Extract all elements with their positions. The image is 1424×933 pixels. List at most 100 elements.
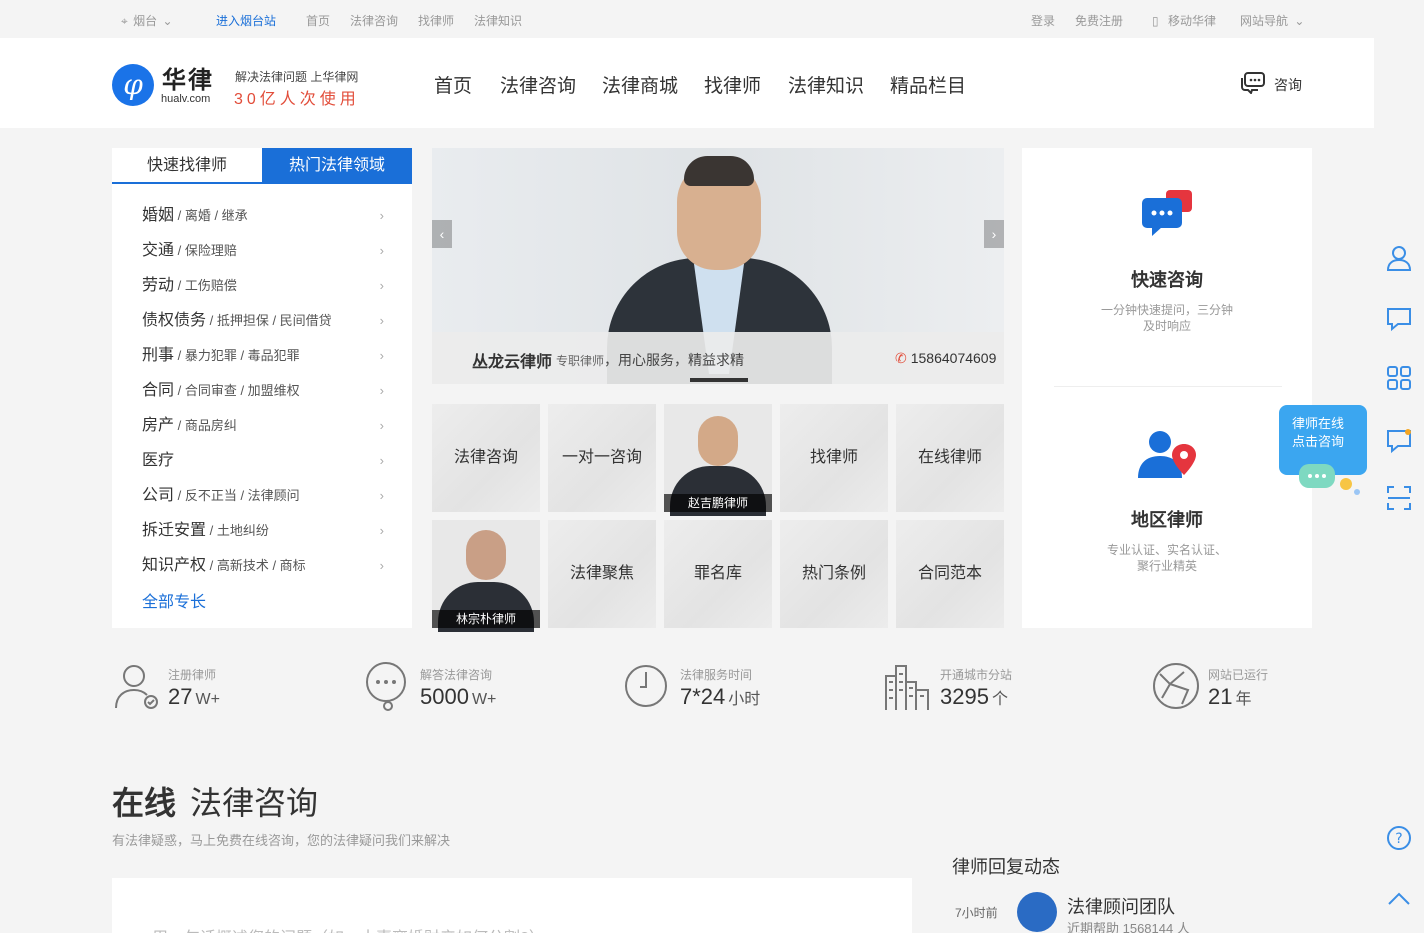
question-input[interactable]: 用一句话概述您的问题（如：十喜离婚财产如何分割?） <box>112 878 912 933</box>
location-pin-icon: ⌖ <box>121 14 128 28</box>
tile-legal-consult[interactable]: 法律咨询 <box>432 404 540 512</box>
top-bar: ⌖ 烟台 ⌄ 进入烟台站 首页 法律咨询 找律师 法律知识 登录 免费注册 ▯ … <box>0 0 1424 38</box>
category-main: 公司 <box>142 487 175 504</box>
tile-contract-templates[interactable]: 合同范本 <box>896 520 1004 628</box>
region-lawyer-icon[interactable] <box>1136 428 1198 480</box>
tile-one-on-one[interactable]: 一对一咨询 <box>548 404 656 512</box>
quick-consult-desc-2: 及时响应 <box>1142 319 1191 333</box>
chevron-down-icon: ⌄ <box>162 14 173 28</box>
message-icon[interactable] <box>1385 305 1413 333</box>
stat-number: 3295 <box>940 684 989 709</box>
divider <box>1054 386 1282 387</box>
help-icon[interactable]: ? <box>1385 824 1413 852</box>
site-nav-link[interactable]: 网站导航 ⌄ <box>1240 12 1304 29</box>
category-item[interactable]: 公司 / 反不正当 / 法律顾问 › <box>142 478 384 513</box>
stat-value: 27 W+ <box>168 684 220 710</box>
user-icon[interactable] <box>1385 244 1413 272</box>
team-avatar[interactable] <box>1017 892 1057 932</box>
mobile-link[interactable]: ▯ 移动华律 <box>1152 12 1216 29</box>
location-selector[interactable]: ⌖ 烟台 ⌄ <box>121 12 173 29</box>
nav-mall[interactable]: 法律商城 <box>602 71 678 98</box>
tile-hot-regulations[interactable]: 热门条例 <box>780 520 888 628</box>
register-link[interactable]: 免费注册 <box>1075 12 1123 29</box>
logo-icon[interactable]: φ <box>112 64 154 106</box>
quick-consult-icon[interactable] <box>1140 188 1196 240</box>
chat-icon <box>1241 72 1265 94</box>
tile-crime-library[interactable]: 罪名库 <box>664 520 772 628</box>
banner-prev-arrow[interactable]: ‹ <box>432 220 452 248</box>
top-link-knowledge[interactable]: 法律知识 <box>474 12 522 29</box>
category-item[interactable]: 交通 / 保险理赔 › <box>142 233 384 268</box>
dynamics-time: 7小时前 <box>955 906 998 920</box>
tile-lawyer-zhao[interactable]: 赵吉鹏律师 <box>664 404 772 516</box>
top-link-find-lawyer[interactable]: 找律师 <box>418 12 454 29</box>
scan-icon[interactable] <box>1385 484 1413 512</box>
chevron-right-icon: › <box>379 383 384 398</box>
category-sub: / 商品房纠 <box>174 418 237 433</box>
category-item[interactable]: 拆迁安置 / 土地纠纷 › <box>142 513 384 548</box>
category-main: 房产 <box>142 417 175 434</box>
category-item[interactable]: 债权债务 / 抵押担保 / 民间借贷 › <box>142 303 384 338</box>
stat-service-hours: 法律服务时间 7*24 小时 <box>624 660 760 717</box>
stat-number: 21 <box>1208 684 1233 709</box>
top-link-home[interactable]: 首页 <box>306 12 330 29</box>
chat-icon[interactable] <box>1385 427 1413 455</box>
dynamics-title: 律师回复动态 <box>952 857 1060 877</box>
tab-hot-law-areas[interactable]: 热门法律领域 <box>262 148 412 184</box>
nav-featured[interactable]: 精品栏目 <box>890 71 966 98</box>
banner-indicator[interactable] <box>690 378 748 382</box>
section-title-rest: 法律咨询 <box>190 785 319 821</box>
team-name[interactable]: 法律顾问团队 <box>1067 893 1175 919</box>
nav-home[interactable]: 首页 <box>434 71 472 98</box>
stat-number: 5000 <box>420 684 469 709</box>
stat-unit: W+ <box>471 691 497 708</box>
tile-legal-focus[interactable]: 法律聚焦 <box>548 520 656 628</box>
tile-online-lawyer[interactable]: 在线律师 <box>896 404 1004 512</box>
category-main: 合同 <box>142 382 175 399</box>
stat-label: 解答法律咨询 <box>420 668 493 682</box>
stat-number: 7*24 <box>680 684 726 709</box>
category-item[interactable]: 劳动 / 工伤赔偿 › <box>142 268 384 303</box>
banner-description: 专职律师，用心服务，精益求精 <box>556 350 744 370</box>
logo-name[interactable]: 华律 <box>162 60 214 95</box>
category-item[interactable]: 知识产权 / 高新技术 / 商标 › <box>142 548 384 583</box>
back-to-top-icon[interactable] <box>1385 886 1413 914</box>
tile-lawyer-lin[interactable]: 林宗朴律师 <box>432 520 540 632</box>
category-item[interactable]: 房产 / 商品房纠 › <box>142 408 384 443</box>
banner-title: 专职律师 <box>556 354 605 368</box>
tile-find-lawyer[interactable]: 找律师 <box>780 404 888 512</box>
category-item[interactable]: 合同 / 合同审查 / 加盟维权 › <box>142 373 384 408</box>
lawyer-photo-hair <box>684 156 754 186</box>
category-item[interactable]: 刑事 / 暴力犯罪 / 毒品犯罪 › <box>142 338 384 373</box>
section-title-bold: 在线 <box>112 785 177 821</box>
login-link[interactable]: 登录 <box>1031 12 1055 29</box>
quick-consult-title[interactable]: 快速咨询 <box>1022 266 1312 292</box>
stat-value: 3295 个 <box>940 684 1008 710</box>
banner-phone-number: 15864074609 <box>910 350 997 366</box>
chevron-right-icon: › <box>379 243 384 258</box>
stat-number: 27 <box>168 684 193 709</box>
top-link-consult[interactable]: 法律咨询 <box>350 12 398 29</box>
stat-label: 注册律师 <box>168 668 217 682</box>
region-lawyer-desc: 专业认证、实名认证、 <box>1106 543 1227 557</box>
enter-station-link[interactable]: 进入烟台站 <box>216 12 276 29</box>
category-item[interactable]: 医疗 › <box>142 443 384 478</box>
chevron-right-icon: › <box>379 488 384 503</box>
chat-bubbles-icon <box>1299 464 1360 495</box>
stat-unit: 个 <box>991 691 1008 708</box>
nav-knowledge[interactable]: 法律知识 <box>788 71 864 98</box>
grid-icon[interactable] <box>1385 364 1413 392</box>
banner-next-arrow[interactable]: › <box>984 220 1004 248</box>
stat-value: 7*24 小时 <box>680 684 760 710</box>
category-main: 劳动 <box>142 277 175 294</box>
all-specialties-link[interactable]: 全部专长 <box>142 588 206 612</box>
nav-consult[interactable]: 法律咨询 <box>500 71 576 98</box>
nav-find-lawyer[interactable]: 找律师 <box>704 71 761 98</box>
category-item[interactable]: 婚姻 / 离婚 / 继承 › <box>142 198 384 233</box>
buildings-icon <box>885 665 929 710</box>
category-main: 医疗 <box>142 452 175 469</box>
banner-lawyer-name[interactable]: 丛龙云律师 <box>472 348 552 372</box>
tab-quick-find-lawyer[interactable]: 快速找律师 <box>112 148 262 184</box>
region-lawyer-title[interactable]: 地区律师 <box>1022 506 1312 532</box>
lawyer-banner[interactable]: ‹ › 丛龙云律师 专职律师，用心服务，精益求精 ✆ 15864074609 <box>432 148 1004 384</box>
